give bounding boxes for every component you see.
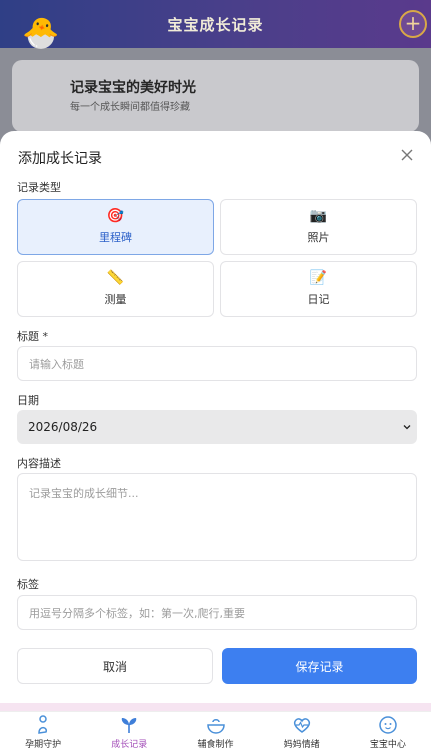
type-label: 测量 — [104, 293, 127, 306]
sprout-icon — [122, 718, 137, 733]
camera-icon: 📷 — [309, 208, 328, 224]
nav-label: 孕期守护 — [25, 740, 62, 750]
ruler-icon: 📏 — [106, 270, 125, 286]
bottom-nav: 孕期守护 成长记录 辅食制作 妈妈情绪 宝宝中心 — [0, 711, 431, 750]
hero-title: 记录宝宝的美好时光 — [70, 80, 196, 96]
type-photo-button[interactable]: 📷 照片 — [220, 199, 417, 255]
record-type-label: 记录类型 — [17, 181, 61, 194]
nav-label: 成长记录 — [111, 740, 148, 750]
modal-title: 添加成长记录 — [18, 151, 102, 167]
type-label: 日记 — [307, 293, 330, 306]
nav-item-food[interactable]: 辅食制作 — [172, 712, 258, 750]
type-label: 照片 — [307, 231, 330, 244]
type-measure-button[interactable]: 📏 测量 — [17, 261, 214, 317]
nav-divider — [0, 703, 431, 711]
add-record-modal: 添加成长记录 记录类型 🎯 里程碑 📷 照片 📏 测量 📝 日记 标题 * 请输… — [0, 131, 431, 703]
date-select[interactable]: 2026/08/26 — [17, 410, 417, 444]
content-label: 内容描述 — [17, 457, 61, 470]
chick-icon: 🐣 — [22, 16, 60, 51]
chevron-down-icon — [403, 425, 411, 430]
tags-input[interactable]: 用逗号分隔多个标签，如：第一次,爬行,重要 — [17, 595, 417, 630]
type-label: 里程碑 — [99, 231, 132, 244]
hero-subtitle: 每一个成长瞬间都值得珍藏 — [70, 102, 190, 113]
content-textarea[interactable]: 记录宝宝的成长细节... — [17, 473, 417, 561]
nav-item-mood[interactable]: 妈妈情绪 — [259, 712, 345, 750]
add-record-button[interactable]: + — [399, 10, 427, 38]
pregnancy-icon — [38, 715, 48, 734]
close-icon[interactable] — [399, 147, 415, 163]
bowl-icon — [206, 719, 225, 734]
title-input[interactable]: 请输入标题 — [17, 346, 417, 381]
date-value: 2026/08/26 — [28, 420, 98, 434]
app-header: 宝宝成长记录 + — [0, 0, 431, 48]
type-milestone-button[interactable]: 🎯 里程碑 — [17, 199, 214, 255]
heart-pulse-icon — [293, 718, 310, 733]
title-label: 标题 * — [17, 330, 48, 343]
type-diary-button[interactable]: 📝 日记 — [220, 261, 417, 317]
date-label: 日期 — [17, 394, 39, 407]
page-title: 宝宝成长记录 — [167, 15, 264, 34]
tags-label: 标签 — [17, 578, 39, 591]
target-icon: 🎯 — [106, 208, 125, 224]
nav-item-pregnancy[interactable]: 孕期守护 — [0, 712, 86, 750]
memo-icon: 📝 — [309, 270, 328, 286]
nav-label: 宝宝中心 — [369, 740, 406, 750]
nav-item-growth[interactable]: 成长记录 — [86, 712, 172, 750]
nav-label: 辅食制作 — [197, 740, 234, 750]
cancel-button[interactable]: 取消 — [17, 648, 213, 684]
save-record-button[interactable]: 保存记录 — [222, 648, 417, 684]
nav-label: 妈妈情绪 — [283, 740, 320, 750]
baby-face-icon — [379, 716, 397, 734]
nav-item-baby-center[interactable]: 宝宝中心 — [345, 712, 431, 750]
